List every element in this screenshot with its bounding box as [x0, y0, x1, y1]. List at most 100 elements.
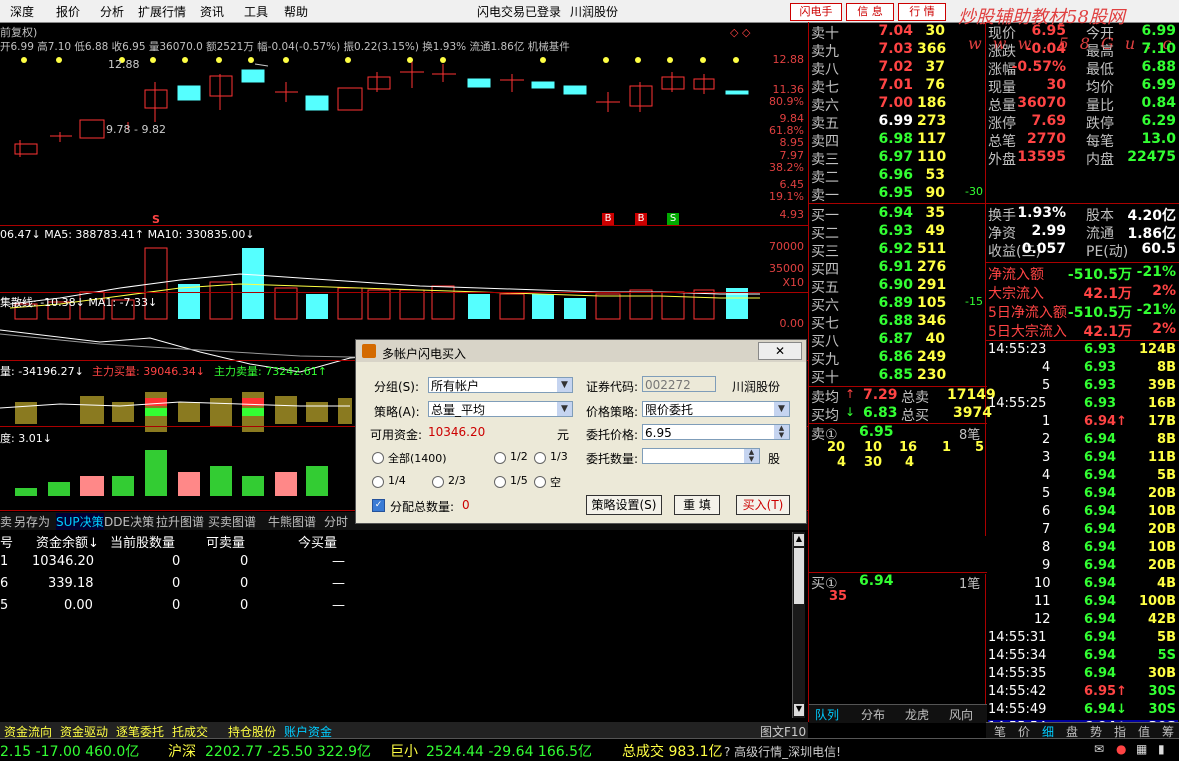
- ask-label: 卖五: [811, 116, 839, 132]
- menu-item-tools[interactable]: 工具: [244, 3, 268, 20]
- table-row[interactable]: 5 0.00 0 0 —: [0, 598, 790, 616]
- panel-tab[interactable]: 牛熊图谱: [268, 513, 316, 530]
- menu-item-depth[interactable]: 深度: [10, 3, 34, 20]
- radio-all[interactable]: [372, 452, 384, 464]
- tick-volume: 10B: [1148, 504, 1176, 519]
- spinner-icon: ▲ ▼: [774, 425, 789, 439]
- tick-row: 3 6.94 11B: [988, 450, 1178, 468]
- market-button[interactable]: 行 情: [898, 3, 946, 21]
- tick-volume: 16B: [1148, 396, 1176, 411]
- bid-price: 6.86: [878, 349, 913, 365]
- radio-half[interactable]: [494, 452, 506, 464]
- tick-price: 6.95↑: [1084, 684, 1127, 699]
- panel-tab[interactable]: 卖: [0, 513, 12, 530]
- ask-label: 卖六: [811, 98, 839, 114]
- scroll-down-icon[interactable]: ▼: [794, 704, 804, 716]
- price-strategy-select[interactable]: 限价委托 ▼: [642, 401, 790, 417]
- price-input[interactable]: 6.95 ▲ ▼: [642, 424, 790, 440]
- bid-row: 买十 6.85 230: [809, 367, 987, 386]
- tick-price: 6.93: [1084, 378, 1117, 393]
- tick-row: 14:55:23 6.93 124B: [988, 342, 1178, 360]
- close-icon[interactable]: ✕: [758, 342, 802, 360]
- scroll-thumb[interactable]: [794, 548, 804, 604]
- alloc-label: 分配总数量:: [390, 500, 455, 514]
- ask-label: 卖八: [811, 62, 839, 78]
- divider: [0, 292, 808, 293]
- panel-tab[interactable]: SUP决策: [56, 513, 104, 530]
- menu-item-quote[interactable]: 报价: [56, 3, 80, 20]
- quote-label: 现价: [988, 26, 1016, 42]
- tab-dragon-tiger[interactable]: 龙虎: [905, 706, 929, 723]
- buy-button[interactable]: 买入(T): [736, 495, 790, 515]
- table-cell: 339.18: [48, 576, 94, 591]
- radio-fifth[interactable]: [494, 476, 506, 488]
- radio-third[interactable]: [534, 452, 546, 464]
- ask-price: 7.04: [878, 23, 913, 39]
- bid-volume: 40: [925, 331, 945, 347]
- menu-item-analysis[interactable]: 分析: [100, 3, 124, 20]
- flow-pct: 2%: [1152, 283, 1176, 299]
- panel-tab[interactable]: DDE决策: [104, 513, 154, 530]
- bid-delta: -15: [965, 295, 983, 308]
- bid-volume: 105: [917, 295, 947, 311]
- tab-distribution[interactable]: 分布: [861, 706, 885, 723]
- strategy-select[interactable]: 总量_平均 ▼: [428, 401, 573, 417]
- alloc-checkbox[interactable]: ✓: [372, 499, 385, 512]
- menu-item-help[interactable]: 帮助: [284, 3, 308, 20]
- scroll-up-icon[interactable]: ▲: [794, 534, 804, 546]
- ask-row: 卖八 7.02 37: [809, 59, 987, 78]
- quote-panel: 现价 6.95 今开 6.99 涨跌 -0.04 最高 7.10 涨幅 -0.57% 最低 6.88 现…: [986, 22, 1179, 739]
- strategy-settings-button[interactable]: 策略设置(S): [586, 495, 662, 515]
- panel-tab[interactable]: 分时: [324, 513, 348, 530]
- multi-account-buy-dialog: 多帐户闪电买入 ✕ 分组(S): 所有帐户 ▼ 证券代码: 002272 川润股份…: [355, 339, 807, 524]
- quote-row: 现价 6.95 今开 6.99: [988, 23, 1178, 42]
- bid-label: 买二: [811, 226, 839, 242]
- table-row[interactable]: 1 10346.20 0 0 —: [0, 554, 790, 572]
- tick-time: 6: [1042, 504, 1051, 519]
- qty-input[interactable]: ▲ ▼: [642, 448, 760, 464]
- table-scrollbar[interactable]: ▲ ▼: [792, 532, 805, 718]
- signal-icon[interactable]: ▮: [1158, 742, 1165, 756]
- quote-value: 0.84: [1141, 95, 1176, 111]
- tick-volume: 8B: [1157, 360, 1176, 375]
- tick-volume: 42B: [1148, 612, 1176, 627]
- reset-button[interactable]: 重 填: [674, 495, 720, 515]
- ask-price: 7.01: [878, 77, 913, 93]
- tick-time: 8: [1042, 540, 1051, 555]
- fund-flow-row: 5日大宗流入 42.1万 2%: [988, 321, 1178, 340]
- avg-sell-row: 卖均 ↑ 7.29 总卖 17149: [811, 387, 996, 406]
- range-annotation: 9.78 - 9.82: [106, 123, 166, 136]
- alert-icon[interactable]: ●: [1116, 742, 1126, 756]
- menu-item-extended[interactable]: 扩展行情: [138, 3, 186, 20]
- table-row[interactable]: 6 339.18 0 0 —: [0, 576, 790, 594]
- menu-item-news[interactable]: 资讯: [200, 3, 224, 20]
- tick-time: 14:55:49: [988, 702, 1047, 717]
- tick-row: 9 6.94 20B: [988, 558, 1178, 576]
- quote-label: 净资: [988, 226, 1016, 242]
- radio-empty[interactable]: [534, 476, 546, 488]
- flow-pct: -21%: [1136, 302, 1176, 318]
- quote-row: 外盘 13595 内盘 22475: [988, 149, 1178, 168]
- panel-tab[interactable]: 拉升图谱: [156, 513, 204, 530]
- info-button[interactable]: 信 息: [846, 3, 894, 21]
- tick-time: 14:55:42: [988, 684, 1047, 699]
- price-tick: 4.93: [779, 208, 805, 221]
- group-select[interactable]: 所有帐户 ▼: [428, 377, 573, 393]
- panel-tab[interactable]: 另存为: [14, 513, 50, 530]
- mail-icon[interactable]: ✉: [1094, 742, 1104, 756]
- panel-tab[interactable]: 买卖图谱: [208, 513, 256, 530]
- lightning-hand-button[interactable]: 闪电手: [790, 3, 842, 21]
- alloc-value: 0: [462, 498, 470, 512]
- network-icon[interactable]: ▦: [1136, 742, 1147, 756]
- radio-two-thirds[interactable]: [432, 476, 444, 488]
- trade-login-status: 闪电交易已登录: [477, 5, 562, 19]
- radio-quarter[interactable]: [372, 476, 384, 488]
- dialog-titlebar[interactable]: 多帐户闪电买入 ✕: [356, 340, 806, 362]
- bid-volume: 49: [925, 223, 945, 239]
- tab-queue[interactable]: 队列: [815, 706, 839, 723]
- quote-label: 总量: [988, 98, 1016, 114]
- quote-label: 现量: [988, 80, 1016, 96]
- tab-wind-direction[interactable]: 风向: [949, 706, 973, 723]
- bid-volume: 35: [925, 205, 945, 221]
- quote-bottom-tabs: 笔价细盘势指值筹: [986, 722, 1179, 739]
